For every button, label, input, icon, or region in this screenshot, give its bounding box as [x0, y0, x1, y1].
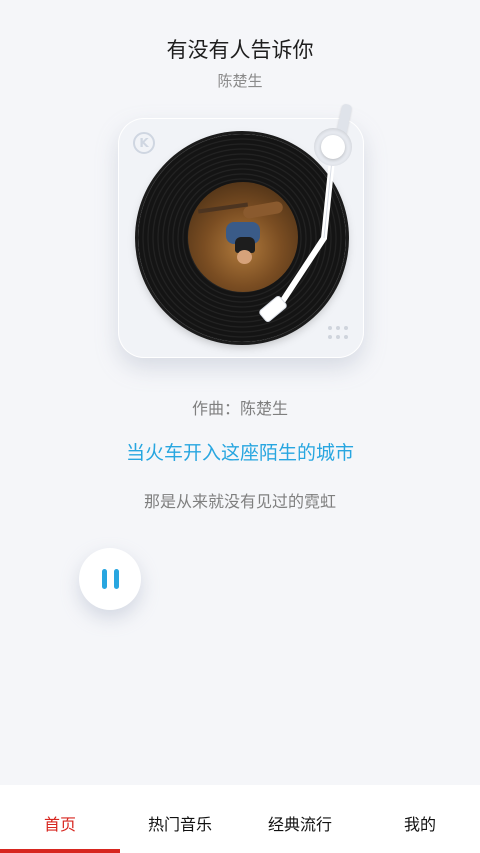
active-tab-indicator: [0, 849, 120, 853]
lyric-next-line: 那是从来就没有见过的霓虹: [143, 492, 336, 511]
pause-button[interactable]: [79, 548, 141, 610]
tab-label: 首页: [43, 815, 76, 834]
lyric-current-line: 当火车开入这座陌生的城市: [125, 442, 354, 464]
tab-mine[interactable]: 我的: [360, 785, 480, 853]
composer-line: 作曲：陈楚生: [191, 399, 288, 418]
turntable: K: [118, 103, 364, 358]
song-title: 有没有人告诉你: [166, 38, 314, 62]
bottom-tab-bar: 首页 热门音乐 经典流行 我的: [0, 785, 480, 853]
pause-icon: [101, 569, 107, 589]
tab-label: 热门音乐: [147, 815, 212, 834]
tab-label: 我的: [403, 815, 436, 834]
tab-home[interactable]: 首页: [0, 785, 120, 853]
tab-hot-music[interactable]: 热门音乐: [120, 785, 240, 853]
tab-classic-pop[interactable]: 经典流行: [240, 785, 360, 853]
tab-label: 经典流行: [267, 815, 332, 834]
song-artist: 陈楚生: [217, 72, 263, 90]
speaker-dots-icon: [328, 326, 350, 340]
tonearm-knob: [321, 135, 345, 159]
